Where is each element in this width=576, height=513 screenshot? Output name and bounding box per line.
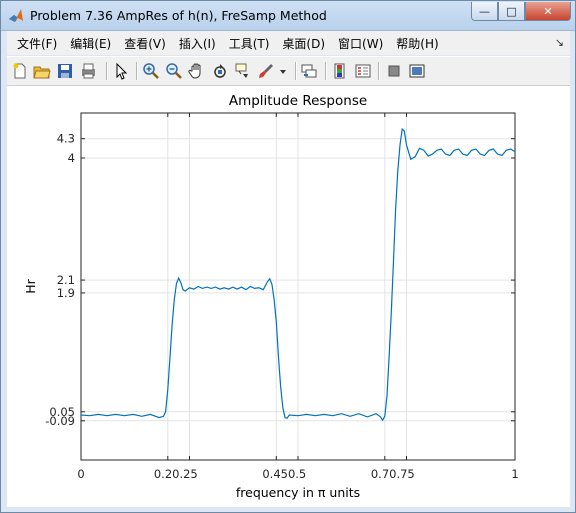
brush-dropdown-icon[interactable] — [277, 61, 289, 81]
menu-tools[interactable]: 工具(T) — [229, 35, 270, 52]
menu-bar: 文件(F) 编辑(E) 查看(V) 插入(I) 工具(T) 桌面(D) 窗口(W… — [7, 31, 570, 55]
maximize-button[interactable]: □ — [498, 2, 525, 21]
figure-toolbar — [7, 56, 570, 86]
close-button[interactable]: ✕ — [525, 2, 571, 21]
insert-colorbar-icon[interactable] — [330, 61, 350, 81]
menu-help[interactable]: 帮助(H) — [396, 35, 438, 52]
close-icon: ✕ — [543, 4, 553, 18]
y-tick-label: 0.05 — [49, 405, 75, 419]
save-icon[interactable] — [55, 61, 75, 81]
print-icon[interactable] — [78, 61, 98, 81]
amplitude-response-plot[interactable]: 0 0.20.25 0.450.5 0.70.75 1-0.090.051.92.144… — [7, 86, 570, 507]
link-plot-icon[interactable] — [299, 61, 319, 81]
menu-window[interactable]: 窗口(W) — [338, 35, 383, 52]
rotate-3d-icon[interactable] — [210, 61, 230, 81]
window-title: Problem 7.36 AmpRes of h(n), FreSamp Met… — [30, 8, 327, 23]
figure-window: Problem 7.36 AmpRes of h(n), FreSamp Met… — [0, 0, 576, 513]
y-tick-label: 1.9 — [57, 286, 75, 300]
y-tick-label: 2.1 — [57, 273, 75, 287]
zoom-in-icon[interactable] — [141, 61, 161, 81]
title-bar[interactable]: Problem 7.36 AmpRes of h(n), FreSamp Met… — [1, 1, 575, 31]
menu-view[interactable]: 查看(V) — [124, 35, 166, 52]
x-axis-label: frequency in π units — [236, 485, 360, 500]
new-figure-icon[interactable] — [10, 61, 30, 81]
x-tick-label: 0.450.5 — [262, 467, 306, 481]
y-tick-label: 4 — [68, 151, 75, 165]
data-cursor-icon[interactable] — [233, 61, 253, 81]
menu-insert[interactable]: 插入(I) — [179, 35, 216, 52]
grid-lines — [80, 113, 516, 460]
y-axis-label: Hr — [23, 278, 38, 293]
menu-desktop[interactable]: 桌面(D) — [282, 35, 325, 52]
matlab-icon — [9, 9, 23, 22]
zoom-out-icon[interactable] — [164, 61, 184, 81]
show-plot-tools-icon[interactable] — [407, 61, 427, 81]
x-tick-label: 0.20.25 — [154, 467, 198, 481]
dock-arrow-icon[interactable]: ↘ — [555, 36, 564, 49]
y-tick-label: 4.3 — [57, 132, 75, 146]
axis-ticks: 0 0.20.25 0.450.5 0.70.75 1-0.090.051.92.144… — [45, 113, 519, 481]
minimize-icon: — — [479, 4, 490, 18]
chart-title: Amplitude Response — [229, 93, 367, 109]
pointer-icon[interactable] — [111, 61, 131, 81]
insert-legend-icon[interactable] — [353, 61, 373, 81]
x-tick-label: 1 — [511, 467, 518, 481]
maximize-icon: □ — [506, 4, 517, 18]
x-tick-label: 0.70.75 — [371, 467, 415, 481]
x-tick-label: 0 — [77, 467, 84, 481]
pan-hand-icon[interactable] — [187, 61, 207, 81]
hide-plot-tools-icon[interactable] — [384, 61, 404, 81]
menu-file[interactable]: 文件(F) — [17, 35, 57, 52]
menu-edit[interactable]: 编辑(E) — [70, 35, 111, 52]
brush-icon[interactable] — [256, 61, 276, 81]
figure-canvas: 0 0.20.25 0.450.5 0.70.75 1 -0.09 0.05 1.9 2.1 4 4… — [7, 86, 570, 507]
minimize-button[interactable]: — — [471, 2, 498, 21]
open-icon[interactable] — [32, 61, 52, 81]
